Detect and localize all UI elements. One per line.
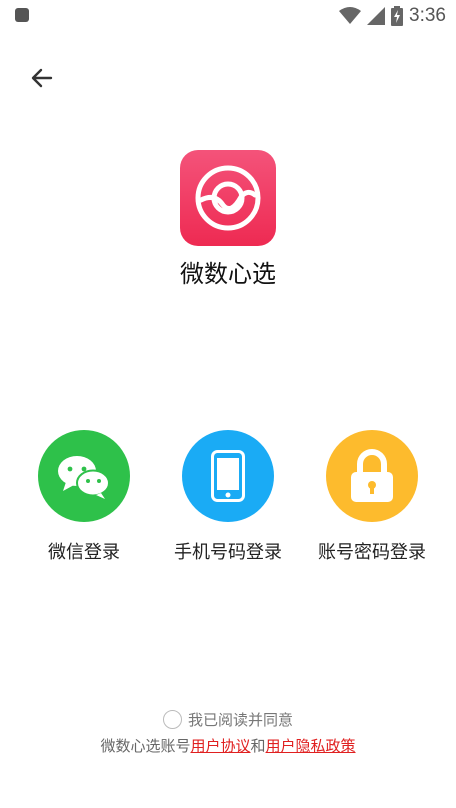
agreement-check-row[interactable]: 我已阅读并同意 <box>0 709 456 730</box>
battery-charging-icon <box>391 6 404 26</box>
app-logo-icon <box>195 165 261 231</box>
phone-login-button[interactable]: 手机号码登录 <box>153 430 303 564</box>
phone-icon <box>211 450 245 502</box>
status-time: 3:36 <box>409 5 446 26</box>
account-login-button[interactable]: 账号密码登录 <box>297 430 447 564</box>
status-bar: 3:36 <box>0 0 456 32</box>
status-icons: 3:36 <box>339 4 446 28</box>
phone-login-circle[interactable] <box>182 430 274 522</box>
signal-icon <box>367 7 386 25</box>
agreement-prefix: 微数心选账号 <box>100 737 191 755</box>
user-agreement-link[interactable]: 用户协议 <box>190 737 250 755</box>
phone-login-label[interactable]: 手机号码登录 <box>153 538 303 564</box>
agreement-conjunction: 和 <box>250 737 266 755</box>
wechat-login-circle[interactable] <box>38 430 130 522</box>
wechat-login-label[interactable]: 微信登录 <box>9 538 159 564</box>
privacy-policy-link[interactable]: 用户隐私政策 <box>266 737 356 755</box>
back-button[interactable] <box>26 62 58 94</box>
arrow-left-icon <box>31 68 53 88</box>
app-logo <box>180 150 276 246</box>
wifi-icon <box>339 7 362 24</box>
wechat-login-button[interactable]: 微信登录 <box>9 430 159 564</box>
agreement-text: 微数心选账号用户协议和用户隐私政策 <box>0 735 456 756</box>
agreement-checkbox[interactable] <box>162 710 182 729</box>
account-login-circle[interactable] <box>326 430 418 522</box>
notification-icon <box>15 8 29 22</box>
lock-icon <box>351 449 393 502</box>
agreement-check-label[interactable]: 我已阅读并同意 <box>188 709 293 730</box>
account-login-label[interactable]: 账号密码登录 <box>297 538 447 564</box>
app-name: 微数心选 <box>180 260 276 288</box>
wechat-icon <box>58 456 110 499</box>
